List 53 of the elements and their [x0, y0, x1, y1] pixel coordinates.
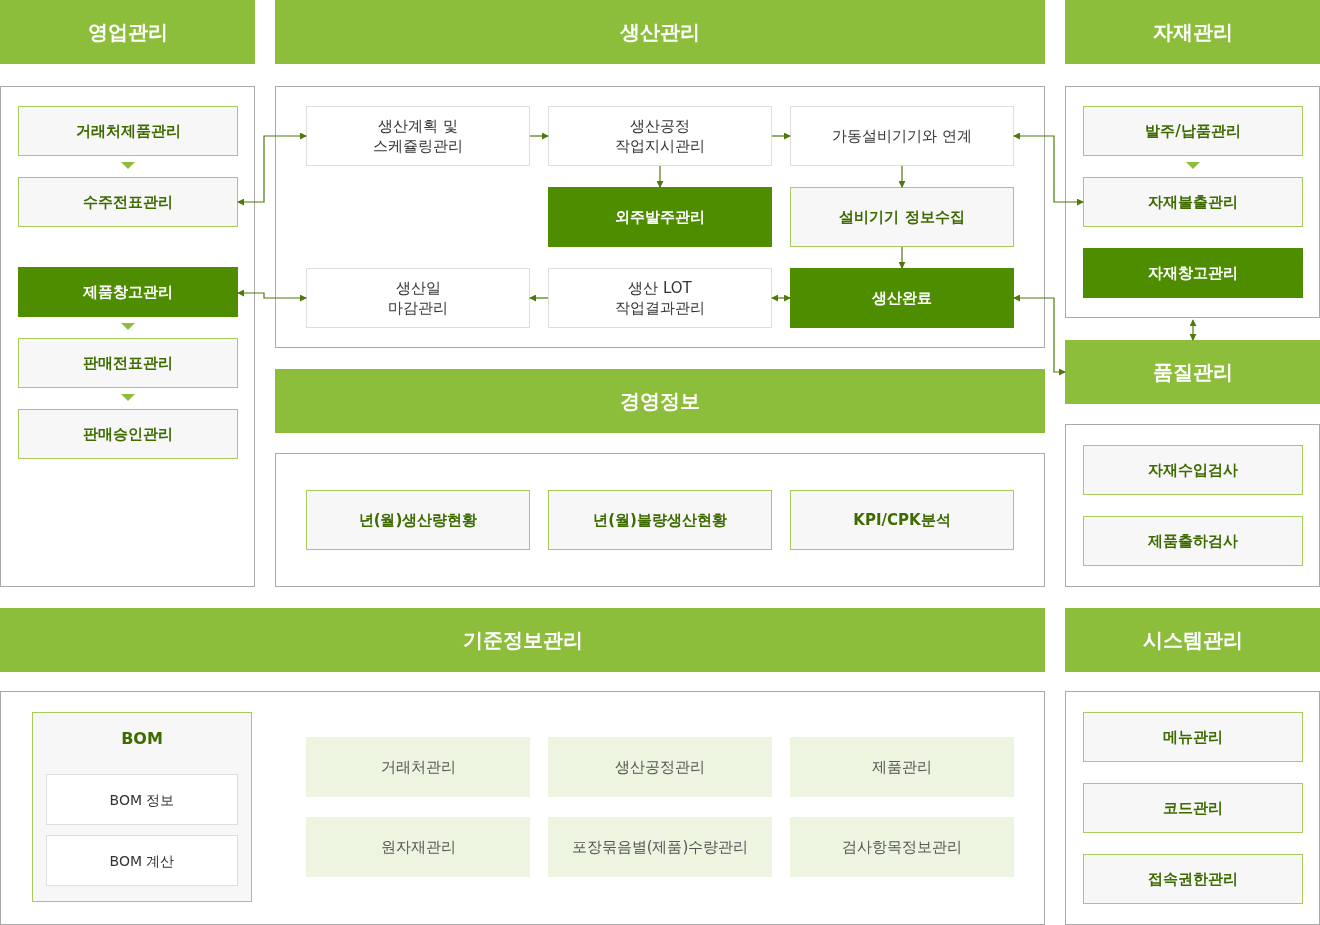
connector-arrow: [237, 289, 307, 302]
connector-arrow: [529, 132, 549, 140]
menu-box: 코드관리: [1083, 783, 1303, 833]
connector-arrow: [771, 294, 791, 302]
down-triangle-icon: [121, 162, 135, 169]
menu-box: 가동설비기기와 연계: [790, 106, 1014, 166]
menu-box: 년(월)불량생산현황: [548, 490, 772, 550]
section-header: 기준정보관리: [0, 608, 1045, 672]
menu-box: 생산공정관리: [548, 737, 772, 797]
menu-box: 포장묶음별(제품)수량관리: [548, 817, 772, 877]
menu-box: 년(월)생산량현황: [306, 490, 530, 550]
menu-box: 생산 LOT 작업결과관리: [548, 268, 772, 328]
section-header: 생산관리: [275, 0, 1045, 64]
section-header: 자재관리: [1065, 0, 1320, 64]
down-triangle-icon: [121, 394, 135, 401]
menu-box: 판매전표관리: [18, 338, 238, 388]
menu-box: BOM 정보: [46, 774, 238, 825]
down-triangle-icon: [121, 323, 135, 330]
section-header: 시스템관리: [1065, 608, 1320, 672]
connector-arrow: [656, 165, 664, 188]
menu-box: 제품창고관리: [18, 267, 238, 317]
menu-box: 설비기기 정보수집: [790, 187, 1014, 247]
connector-arrow: [529, 294, 549, 302]
menu-box: 자재수입검사: [1083, 445, 1303, 495]
connector-arrow: [898, 165, 906, 188]
menu-box: 메뉴관리: [1083, 712, 1303, 762]
menu-box: 생산일 마감관리: [306, 268, 530, 328]
down-triangle-icon: [1186, 162, 1200, 169]
connector-arrow: [771, 132, 791, 140]
connector-arrow: [1189, 319, 1197, 341]
menu-box: 제품관리: [790, 737, 1014, 797]
menu-box: KPI/CPK분석: [790, 490, 1014, 550]
menu-box: BOM 계산: [46, 835, 238, 886]
menu-box: 접속권한관리: [1083, 854, 1303, 904]
menu-box: 판매승인관리: [18, 409, 238, 459]
menu-box: 생산공정 작업지시관리: [548, 106, 772, 166]
menu-box: 발주/납품관리: [1083, 106, 1303, 156]
section-header: 품질관리: [1065, 340, 1320, 404]
menu-box: 검사항목정보관리: [790, 817, 1014, 877]
connector-arrow: [898, 246, 906, 269]
menu-box: 생산완료: [790, 268, 1014, 328]
bom-title: BOM: [120, 728, 164, 750]
menu-box: 원자재관리: [306, 817, 530, 877]
menu-box: 자재불출관리: [1083, 177, 1303, 227]
menu-box: 수주전표관리: [18, 177, 238, 227]
menu-box: 자재창고관리: [1083, 248, 1303, 298]
section-header: 영업관리: [0, 0, 255, 64]
menu-box: 거래처제품관리: [18, 106, 238, 156]
menu-box: 생산계획 및 스케쥴링관리: [306, 106, 530, 166]
section-header: 경영정보: [275, 369, 1045, 433]
menu-box: 외주발주관리: [548, 187, 772, 247]
menu-box: 거래처관리: [306, 737, 530, 797]
menu-box: 제품출하검사: [1083, 516, 1303, 566]
